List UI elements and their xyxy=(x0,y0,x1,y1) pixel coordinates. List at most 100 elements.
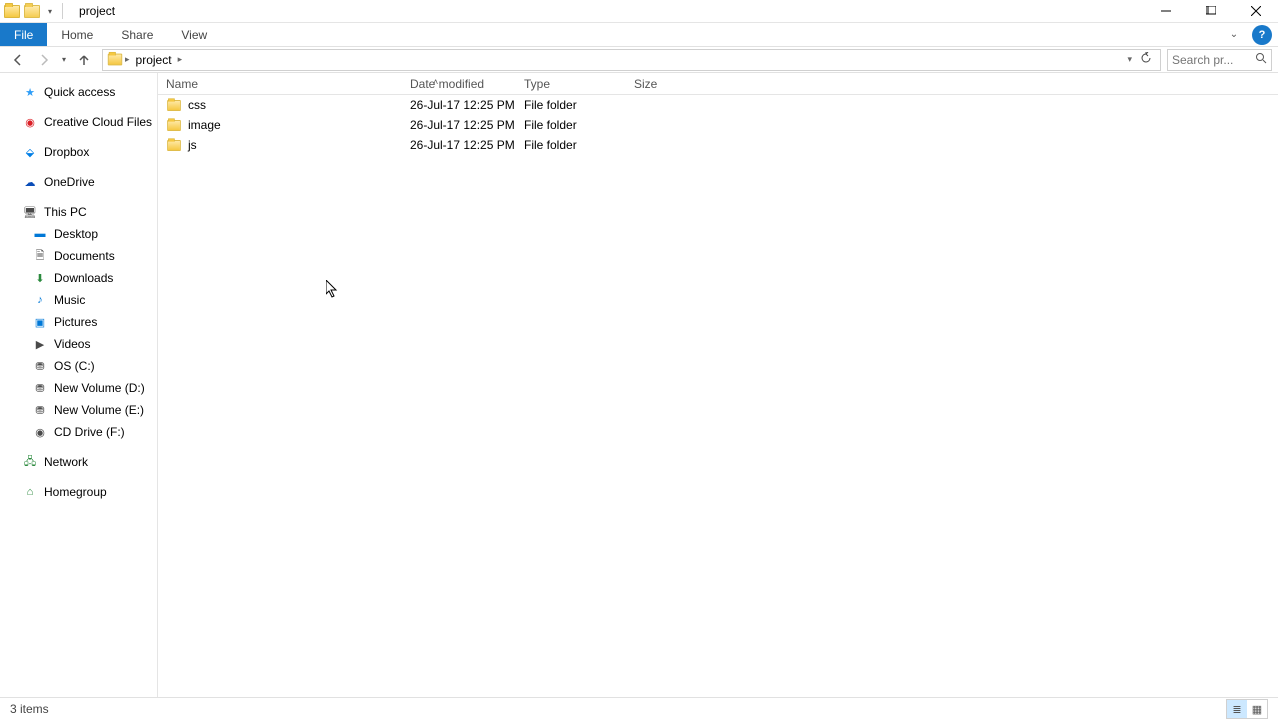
forward-button[interactable] xyxy=(32,48,56,72)
sort-indicator-icon: ˄ xyxy=(433,77,438,87)
column-header-name[interactable]: Name xyxy=(158,77,402,91)
sidebar-item-quick-access[interactable]: ★Quick access xyxy=(0,81,157,103)
help-button[interactable]: ? xyxy=(1252,25,1272,45)
maximize-button[interactable] xyxy=(1188,0,1233,23)
search-box[interactable] xyxy=(1167,49,1272,71)
back-button[interactable] xyxy=(6,48,30,72)
folder-icon xyxy=(167,99,181,110)
tab-home[interactable]: Home xyxy=(47,23,107,46)
sidebar-item-dropbox[interactable]: ⬙Dropbox xyxy=(0,141,157,163)
creative-cloud-icon: ◉ xyxy=(22,114,38,130)
title-bar: ▾ project xyxy=(0,0,1278,23)
view-icons-button[interactable]: ▦ xyxy=(1247,700,1267,718)
network-icon: 🖧 xyxy=(22,454,38,470)
sidebar-item-pictures[interactable]: ▣Pictures xyxy=(0,311,157,333)
file-row[interactable]: image 26-Jul-17 12:25 PM File folder xyxy=(158,115,1278,135)
breadcrumb[interactable]: project xyxy=(132,53,176,67)
file-date: 26-Jul-17 12:25 PM xyxy=(402,98,516,112)
file-date: 26-Jul-17 12:25 PM xyxy=(402,138,516,152)
sidebar-item-label: New Volume (D:) xyxy=(54,381,145,395)
address-bar[interactable]: ▸ project ▸ ▾ xyxy=(102,49,1161,71)
documents-icon: 🗎 xyxy=(32,248,48,264)
disc-icon: ◉ xyxy=(32,424,48,440)
videos-icon: ▶ xyxy=(32,336,48,352)
chevron-right-icon[interactable]: ▸ xyxy=(176,54,185,65)
window-title: project xyxy=(69,4,115,18)
sidebar-item-desktop[interactable]: ▬Desktop xyxy=(0,223,157,245)
column-header-type[interactable]: Type xyxy=(516,77,626,91)
sidebar-item-label: CD Drive (F:) xyxy=(54,425,125,439)
view-details-button[interactable]: ≣ xyxy=(1227,700,1247,718)
column-label: Type xyxy=(524,77,550,91)
folder-icon xyxy=(167,119,181,130)
column-header-date[interactable]: Date modified xyxy=(402,77,516,91)
app-icon xyxy=(4,5,20,18)
folder-icon[interactable] xyxy=(24,5,40,18)
column-header-size[interactable]: Size xyxy=(626,77,698,91)
address-bar-row: ▾ ▸ project ▸ ▾ xyxy=(0,47,1278,73)
column-label: Date modified xyxy=(410,77,484,91)
close-button[interactable] xyxy=(1233,0,1278,23)
sidebar-item-label: Desktop xyxy=(54,227,98,241)
search-icon[interactable] xyxy=(1255,52,1267,67)
file-name: css xyxy=(188,98,206,112)
search-input[interactable] xyxy=(1172,53,1255,67)
drive-icon: ⛃ xyxy=(32,358,48,374)
qat-dropdown-icon[interactable]: ▾ xyxy=(44,7,56,16)
status-bar: 3 items ≣ ▦ xyxy=(0,697,1278,720)
folder-icon xyxy=(108,54,122,66)
file-row[interactable]: js 26-Jul-17 12:25 PM File folder xyxy=(158,135,1278,155)
sidebar-item-documents[interactable]: 🗎 Documents xyxy=(0,245,157,267)
up-arrow-icon xyxy=(77,53,91,67)
quick-access-toolbar: ▾ xyxy=(0,3,69,19)
sidebar-item-videos[interactable]: ▶Videos xyxy=(0,333,157,355)
file-list-pane: ˄ Name Date modified Type Size css 26-Ju… xyxy=(158,73,1278,697)
downloads-icon: ⬇ xyxy=(32,270,48,286)
sidebar-item-this-pc[interactable]: 🖥 This PC xyxy=(0,201,157,223)
sidebar-item-onedrive[interactable]: ☁OneDrive xyxy=(0,171,157,193)
explorer-body: ★Quick access ◉ Creative Cloud Files ⬙Dro… xyxy=(0,73,1278,697)
address-dropdown-icon[interactable]: ▾ xyxy=(1123,54,1136,65)
sidebar-item-os-c[interactable]: ⛃ OS (C:) xyxy=(0,355,157,377)
sidebar-item-downloads[interactable]: ⬇ Downloads xyxy=(0,267,157,289)
ribbon-expand-icon[interactable]: ⌄ xyxy=(1222,23,1246,46)
refresh-icon xyxy=(1140,52,1152,64)
close-icon xyxy=(1251,6,1261,16)
drive-icon: ⛃ xyxy=(32,402,48,418)
sidebar-item-vol-e[interactable]: ⛃New Volume (E:) xyxy=(0,399,157,421)
sidebar-item-label: Creative Cloud Files xyxy=(44,115,152,129)
tab-share[interactable]: Share xyxy=(107,23,167,46)
sidebar-item-label: Dropbox xyxy=(44,145,89,159)
back-arrow-icon xyxy=(11,53,25,67)
sidebar-item-label: Documents xyxy=(54,249,115,263)
sidebar-item-label: Network xyxy=(44,455,88,469)
sidebar-item-label: This PC xyxy=(44,205,87,219)
sidebar-item-network[interactable]: 🖧 Network xyxy=(0,451,157,473)
pc-icon: 🖥 xyxy=(22,204,38,220)
sidebar-item-music[interactable]: ♪Music xyxy=(0,289,157,311)
tab-view[interactable]: View xyxy=(167,23,221,46)
sidebar-item-homegroup[interactable]: ⌂Homegroup xyxy=(0,481,157,503)
forward-arrow-icon xyxy=(37,53,51,67)
separator xyxy=(62,3,63,19)
file-type: File folder xyxy=(516,118,626,132)
file-type: File folder xyxy=(516,98,626,112)
sidebar-item-vol-d[interactable]: ⛃ New Volume (D:) xyxy=(0,377,157,399)
recent-dropdown[interactable]: ▾ xyxy=(58,48,70,72)
drive-icon: ⛃ xyxy=(32,380,48,396)
tab-file[interactable]: File xyxy=(0,23,47,46)
column-label: Name xyxy=(166,77,198,91)
sidebar-item-cd-f[interactable]: ◉ CD Drive (F:) xyxy=(0,421,157,443)
refresh-button[interactable] xyxy=(1136,52,1156,67)
minimize-icon xyxy=(1161,6,1171,16)
sidebar-item-label: Downloads xyxy=(54,271,113,285)
file-row[interactable]: css 26-Jul-17 12:25 PM File folder xyxy=(158,95,1278,115)
sidebar-item-label: OS (C:) xyxy=(54,359,95,373)
sidebar-item-label: Quick access xyxy=(44,85,115,99)
status-text: 3 items xyxy=(10,702,49,716)
chevron-right-icon[interactable]: ▸ xyxy=(123,54,132,65)
file-date: 26-Jul-17 12:25 PM xyxy=(402,118,516,132)
minimize-button[interactable] xyxy=(1143,0,1188,23)
sidebar-item-creative-cloud[interactable]: ◉ Creative Cloud Files xyxy=(0,111,157,133)
up-button[interactable] xyxy=(72,48,96,72)
